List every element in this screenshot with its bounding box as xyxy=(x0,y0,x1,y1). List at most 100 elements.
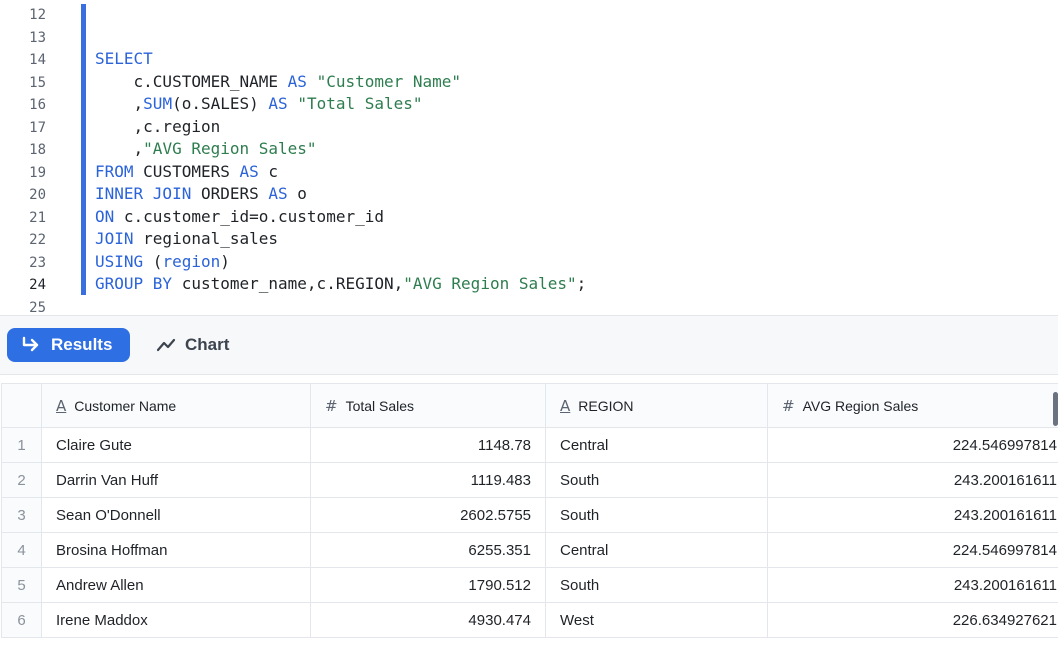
cell-avg-region-sales[interactable]: 243.200161611 xyxy=(767,567,1058,603)
table-row[interactable]: 1 Claire Gute 1148.78 Central 224.546997… xyxy=(1,427,1058,463)
line-number: 18 xyxy=(29,142,46,158)
line-number-active: 24 xyxy=(29,277,46,293)
column-header-label: Total Sales xyxy=(345,397,415,414)
results-toolbar: Results Chart xyxy=(0,315,1058,375)
table-row[interactable]: 2 Darrin Van Huff 1119.483 South 243.200… xyxy=(1,462,1058,498)
keyword: region xyxy=(162,251,221,271)
code-line-18[interactable]: ,"AVG Region Sales" xyxy=(95,138,317,161)
column-header-label: Customer Name xyxy=(74,397,177,414)
keyword: SUM xyxy=(143,94,173,113)
row-index: 1 xyxy=(1,427,42,463)
return-arrow-icon xyxy=(22,336,39,352)
keyword: AS xyxy=(268,184,288,203)
code-line-21[interactable]: ON c.customer_id=o.customer_id xyxy=(95,206,384,229)
table-row[interactable]: 4 Brosina Hoffman 6255.351 Central 224.5… xyxy=(1,532,1058,568)
cell-total-sales[interactable]: 1119.483 xyxy=(310,462,546,498)
column-header-customer-name[interactable]: A Customer Name xyxy=(41,383,311,428)
column-header-label: AVG Region Sales xyxy=(802,397,919,414)
column-header-total-sales[interactable]: # Total Sales xyxy=(310,383,546,428)
cell-region[interactable]: South xyxy=(545,567,768,603)
row-index-header xyxy=(1,383,42,428)
keyword: AS xyxy=(239,161,259,181)
horizontal-scroll-indicator[interactable] xyxy=(1053,392,1058,426)
cell-region[interactable]: Central xyxy=(545,532,768,568)
cell-total-sales[interactable]: 1148.78 xyxy=(310,427,546,463)
line-number: 23 xyxy=(29,254,46,271)
code-text: c.customer_id=o.customer_id xyxy=(114,206,384,226)
cell-avg-region-sales[interactable]: 224.546997814 xyxy=(767,427,1058,463)
keyword: INNER JOIN xyxy=(95,184,192,203)
statement-highlight-bar xyxy=(81,4,86,295)
cell-region[interactable]: West xyxy=(545,602,768,638)
row-index: 4 xyxy=(1,532,42,568)
text-type-icon: A xyxy=(56,396,67,415)
cell-total-sales[interactable]: 4930.474 xyxy=(310,602,546,638)
cell-region[interactable]: South xyxy=(545,462,768,498)
string-literal: "Customer Name" xyxy=(316,71,462,91)
line-number-gutter: 12 13 14 15 16 17 18 19 20 21 22 23 24 2… xyxy=(0,0,62,316)
cell-region[interactable]: Central xyxy=(545,427,768,463)
column-header-region[interactable]: A REGION xyxy=(545,383,768,428)
keyword: FROM xyxy=(95,161,134,181)
code-line-16[interactable]: ,SUM(o.SALES) AS "Total Sales" xyxy=(95,93,423,116)
cell-region[interactable]: South xyxy=(545,497,768,533)
cell-total-sales[interactable]: 6255.351 xyxy=(310,532,546,568)
code-text: c xyxy=(258,161,279,181)
line-chart-icon xyxy=(156,338,176,352)
text-type-icon: A xyxy=(560,396,571,415)
keyword: ON xyxy=(95,206,115,226)
cell-total-sales[interactable]: 1790.512 xyxy=(310,567,546,603)
column-header-avg-region-sales[interactable]: # AVG Region Sales xyxy=(767,383,1058,428)
cell-avg-region-sales[interactable]: 243.200161611 xyxy=(767,497,1058,533)
string-literal: "AVG Region Sales" xyxy=(143,139,317,158)
code-line-19[interactable]: FROM CUSTOMERS AS c xyxy=(95,161,278,184)
cell-avg-region-sales[interactable]: 243.200161611 xyxy=(767,462,1058,498)
table-row[interactable]: 6 Irene Maddox 4930.474 West 226.6349276… xyxy=(1,602,1058,638)
line-number: 22 xyxy=(29,232,46,248)
number-type-icon: # xyxy=(782,396,795,415)
cell-avg-region-sales[interactable]: 224.546997814 xyxy=(767,532,1058,568)
cell-avg-region-sales[interactable]: 226.634927621 xyxy=(767,602,1058,638)
keyword: AS xyxy=(287,71,307,91)
chart-tab-button[interactable]: Chart xyxy=(150,328,260,362)
code-text: , xyxy=(95,139,144,158)
cell-customer-name[interactable]: Andrew Allen xyxy=(41,567,311,603)
code-text: (o.SALES) xyxy=(172,94,269,113)
cell-customer-name[interactable]: Brosina Hoffman xyxy=(41,532,311,568)
code-line-14[interactable]: SELECT xyxy=(95,48,153,71)
string-literal: "AVG Region Sales" xyxy=(403,274,577,293)
code-line-24[interactable]: GROUP BY customer_name,c.REGION,"AVG Reg… xyxy=(95,273,586,296)
line-number: 14 xyxy=(29,52,46,68)
code-text: ORDERS xyxy=(191,184,269,203)
sql-editor[interactable]: 12 13 14 15 16 17 18 19 20 21 22 23 24 2… xyxy=(0,0,1058,316)
code-text: regional_sales xyxy=(133,229,279,248)
table-row[interactable]: 5 Andrew Allen 1790.512 South 243.200161… xyxy=(1,567,1058,603)
table-row[interactable]: 3 Sean O'Donnell 2602.5755 South 243.200… xyxy=(1,497,1058,533)
code-line-22[interactable]: JOIN regional_sales xyxy=(95,228,278,251)
code-line-17[interactable]: ,c.region xyxy=(95,116,221,139)
code-line-23[interactable]: USING (region) xyxy=(95,251,230,274)
chart-tab-label: Chart xyxy=(185,335,230,354)
number-type-icon: # xyxy=(325,396,338,415)
results-grid[interactable]: A Customer Name # Total Sales A REGION # AVG… xyxy=(0,383,1058,647)
results-tab-button[interactable]: Results xyxy=(7,328,130,362)
cell-customer-name[interactable]: Sean O'Donnell xyxy=(41,497,311,533)
line-number: 17 xyxy=(29,119,46,136)
keyword: USING xyxy=(95,251,144,271)
cell-customer-name[interactable]: Claire Gute xyxy=(41,427,311,463)
cell-customer-name[interactable]: Irene Maddox xyxy=(41,602,311,638)
code-text: ; xyxy=(576,274,587,293)
line-number: 20 xyxy=(29,187,46,203)
code-text: ) xyxy=(220,251,230,271)
line-number: 12 xyxy=(29,7,46,23)
table-header-row: A Customer Name # Total Sales A REGION # AVG… xyxy=(1,383,1058,428)
code-line-20[interactable]: INNER JOIN ORDERS AS o xyxy=(95,183,307,206)
code-text: customer_name,c.REGION, xyxy=(172,274,404,293)
cell-customer-name[interactable]: Darrin Van Huff xyxy=(41,462,311,498)
code-text: ( xyxy=(143,251,163,271)
code-line-15[interactable]: c.CUSTOMER_NAME AS "Customer Name" xyxy=(95,71,462,94)
cell-total-sales[interactable]: 2602.5755 xyxy=(310,497,546,533)
row-index: 3 xyxy=(1,497,42,533)
